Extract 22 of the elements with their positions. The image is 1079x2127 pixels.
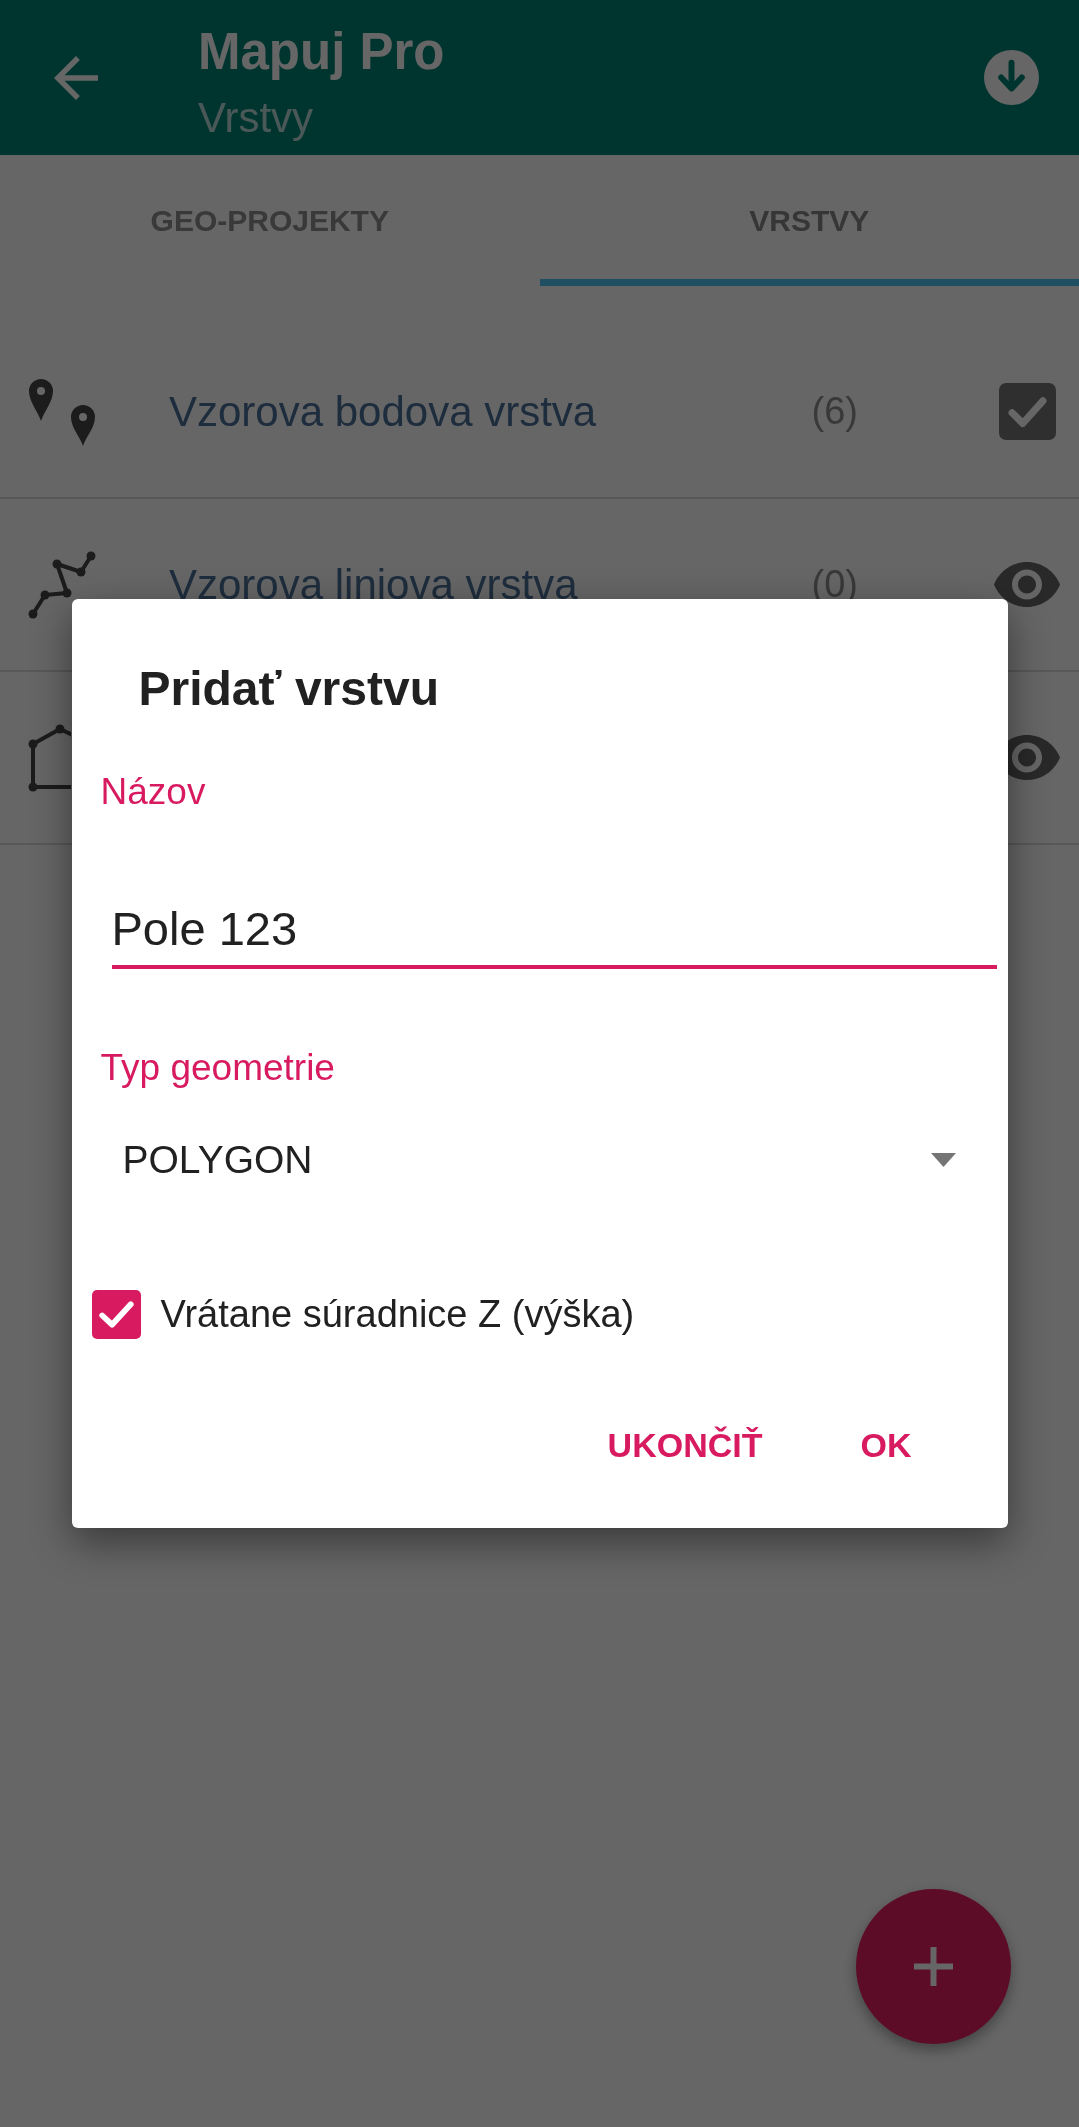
checkbox[interactable] [91, 1289, 141, 1339]
layer-name: Vzorova bodova vrstva [169, 387, 598, 436]
map-pins-icon [28, 377, 96, 446]
field-label: Typ geometrie [100, 1046, 335, 1090]
geometry-dropdown[interactable]: POLYGON [100, 1120, 986, 1200]
dialog-title: Pridať vrstvu [138, 661, 439, 717]
back-arrow-icon[interactable] [54, 55, 98, 100]
caret-icon [930, 1153, 956, 1167]
plus-icon [914, 1947, 953, 1986]
download-icon[interactable] [984, 50, 1039, 105]
polyline-icon [28, 550, 96, 619]
app-title: Mapuj Pro [198, 24, 445, 80]
layer-name: Vzorova liniova vrstva [169, 560, 579, 609]
checkbox-label: Vrátane súradnice Z (výška) [160, 1292, 635, 1336]
eye-icon[interactable] [994, 562, 1060, 607]
layer-checkbox[interactable] [998, 383, 1056, 440]
name-input[interactable]: Pole 123 [111, 900, 997, 969]
field-label: Názov [100, 770, 206, 814]
cancel-button[interactable]: UKONČIŤ [583, 1410, 787, 1480]
polygon-icon [28, 723, 71, 792]
ok-button[interactable]: OK [836, 1410, 936, 1480]
app-subtitle: Vrstvy [198, 95, 314, 141]
